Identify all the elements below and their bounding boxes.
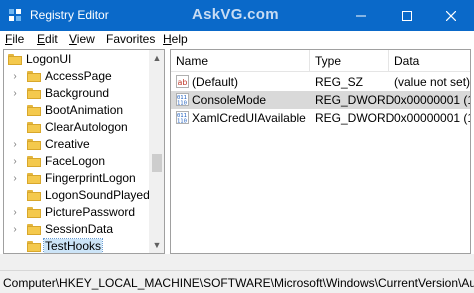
minimize-icon — [356, 15, 366, 16]
expand-chevron-icon[interactable]: › — [10, 170, 20, 187]
expand-chevron-icon[interactable]: › — [10, 136, 20, 153]
tree-item[interactable]: › FaceLogon — [4, 153, 149, 170]
folder-icon — [27, 190, 41, 201]
maximize-icon — [402, 10, 412, 21]
tree-vertical-scrollbar[interactable]: ▲ ▼ — [149, 50, 164, 253]
watermark-text: AskVG.com — [192, 6, 279, 23]
folder-icon — [27, 241, 41, 252]
expand-chevron-icon[interactable]: › — [10, 221, 20, 238]
tree-item[interactable]: › AccessPage — [4, 68, 149, 85]
svg-text:ab: ab — [178, 78, 188, 87]
svg-text:110: 110 — [177, 119, 187, 125]
menu-help[interactable]: Help — [163, 32, 188, 46]
value-row-selected[interactable]: 011 110 ConsoleMode REG_DWORD 0x00000001… — [171, 91, 470, 109]
string-value-icon: ab — [176, 75, 189, 88]
minimize-button[interactable] — [338, 0, 384, 31]
folder-icon — [27, 122, 41, 133]
splitter-area — [0, 254, 474, 270]
dword-value-icon: 011 110 — [176, 93, 189, 106]
folder-icon — [27, 139, 41, 150]
scroll-thumb[interactable] — [152, 154, 162, 172]
registry-path: Computer\HKEY_LOCAL_MACHINE\SOFTWARE\Mic… — [3, 276, 474, 290]
folder-icon — [27, 207, 41, 218]
tree-item[interactable]: › SessionData — [4, 221, 149, 238]
menu-view[interactable]: View — [69, 32, 95, 46]
expand-chevron-icon[interactable]: › — [10, 153, 20, 170]
window-title: Registry Editor — [30, 8, 109, 22]
close-button[interactable] — [428, 0, 474, 31]
key-tree-pane[interactable]: LogonUI › AccessPage › Background BootAn… — [3, 49, 165, 254]
folder-icon — [27, 71, 41, 82]
expand-chevron-icon[interactable]: › — [10, 68, 20, 85]
menu-file[interactable]: File — [5, 32, 24, 46]
tree-item[interactable]: LogonSoundPlayed — [4, 187, 150, 204]
expand-chevron-icon[interactable]: › — [10, 204, 20, 221]
scroll-up-icon[interactable]: ▲ — [149, 50, 164, 66]
dword-value-icon: 011 110 — [176, 111, 189, 124]
tree-item[interactable]: › Background — [4, 85, 149, 102]
folder-icon — [27, 173, 41, 184]
scroll-down-icon[interactable]: ▼ — [149, 237, 164, 253]
list-header: Name Type Data — [171, 50, 470, 72]
column-header-data[interactable]: Data — [389, 50, 470, 72]
registry-editor-icon — [9, 9, 21, 21]
tree-item[interactable]: › FingerprintLogon — [4, 170, 149, 187]
tree-item[interactable]: ClearAutologon — [4, 119, 149, 136]
maximize-button[interactable] — [384, 0, 430, 31]
value-row[interactable]: ab (Default) REG_SZ (value not set) — [171, 73, 470, 91]
tree-item[interactable]: › PicturePassword — [4, 204, 149, 221]
folder-icon — [27, 88, 41, 99]
svg-text:110: 110 — [177, 101, 187, 107]
folder-icon — [27, 224, 41, 235]
close-icon — [446, 10, 456, 21]
status-bar: Computer\HKEY_LOCAL_MACHINE\SOFTWARE\Mic… — [0, 270, 474, 293]
menu-edit[interactable]: Edit — [37, 32, 58, 46]
value-row[interactable]: 011 110 XamlCredUIAvailable REG_DWORD 0x… — [171, 109, 470, 127]
title-bar: Registry Editor AskVG.com — [0, 0, 474, 31]
tree-item[interactable]: › Creative — [4, 136, 149, 153]
column-header-name[interactable]: Name — [171, 50, 310, 72]
tree-item[interactable]: BootAnimation — [4, 102, 149, 119]
menu-bar: File Edit View Favorites Help — [0, 31, 474, 47]
folder-icon — [8, 54, 22, 65]
expand-chevron-icon[interactable]: › — [10, 85, 20, 102]
menu-favorites[interactable]: Favorites — [106, 32, 155, 46]
folder-icon — [27, 105, 41, 116]
tree-item-selected[interactable]: TestHooks — [4, 238, 149, 253]
values-list-pane[interactable]: Name Type Data ab (Default) REG_SZ (valu… — [170, 49, 471, 254]
tree-item-root[interactable]: LogonUI — [4, 51, 149, 68]
folder-icon — [27, 156, 41, 167]
column-header-type[interactable]: Type — [310, 50, 389, 72]
